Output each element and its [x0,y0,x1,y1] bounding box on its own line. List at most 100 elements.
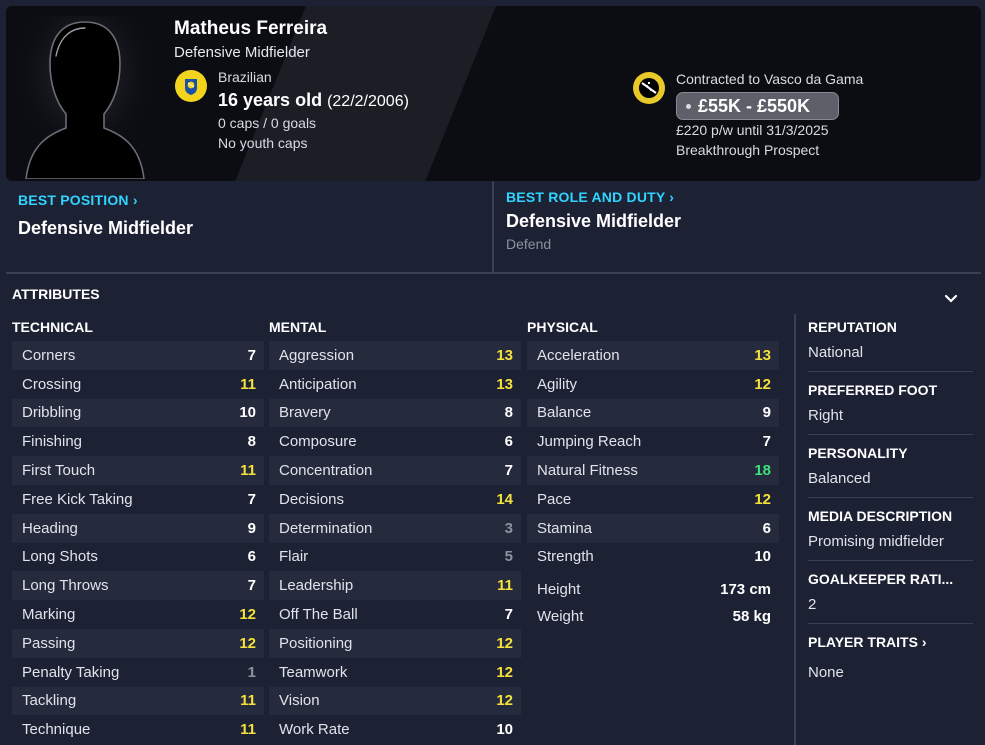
attribute-name: Jumping Reach [537,433,642,451]
attribute-name: Passing [22,634,76,652]
attribute-row[interactable]: Composure 6 [269,427,521,456]
attribute-value: 7 [762,433,771,451]
technical-attributes: Corners 7 Crossing 11 Dribbling 10 Finishing 8 F… [12,341,264,744]
divider [492,181,494,272]
attribute-row[interactable]: Anticipation 13 [269,370,521,399]
best-role-link[interactable]: BEST ROLE AND DUTY › [506,189,674,205]
attribute-row[interactable]: Balance 9 [527,398,779,428]
attribute-name: Decisions [279,490,345,508]
attribute-row[interactable]: Stamina 6 [527,513,779,543]
attribute-value: 6 [504,433,513,451]
attribute-row[interactable]: Penalty Taking 1 [12,658,264,687]
media-description-label: MEDIA DESCRIPTION [808,508,953,524]
attribute-row[interactable]: Long Throws 7 [12,571,264,601]
attribute-value: 12 [496,663,513,681]
attribute-name: Composure [279,433,357,451]
attribute-row[interactable]: Flair 5 [269,543,521,572]
attribute-row[interactable]: First Touch 11 [12,456,264,485]
value-badge: £55K - £550K [676,92,839,120]
preferred-foot-label: PREFERRED FOOT [808,382,938,398]
attribute-row[interactable]: Technique 11 [12,715,264,744]
chevron-down-icon[interactable] [944,294,958,304]
weight-row: Weight 58 kg [527,608,779,625]
attribute-row[interactable]: Off The Ball 7 [269,600,521,629]
age-text: 16 years old [218,90,323,110]
attribute-row[interactable]: Concentration 7 [269,456,521,485]
attribute-value: 9 [247,519,256,537]
attribute-row[interactable]: Dribbling 10 [12,398,264,428]
attribute-row[interactable]: Leadership 11 [269,571,521,601]
attribute-name: Agility [537,375,578,393]
attribute-row[interactable]: Jumping Reach 7 [527,427,779,456]
player-silhouette-icon [20,16,150,179]
attribute-name: Long Shots [22,548,98,566]
attribute-row[interactable]: Tackling 11 [12,686,264,716]
attribute-value: 12 [496,634,513,652]
attribute-row[interactable]: Determination 3 [269,513,521,543]
attribute-name: Determination [279,519,373,537]
attribute-name: Off The Ball [279,606,358,624]
value-text: £55K - £550K [698,95,811,116]
attribute-value: 6 [762,519,771,537]
attribute-value: 13 [496,346,513,364]
attribute-value: 12 [754,490,771,508]
attribute-row[interactable]: Acceleration 13 [527,341,779,370]
reputation-label: REPUTATION [808,319,897,335]
attribute-value: 12 [239,634,256,652]
attribute-value: 3 [504,519,513,537]
attribute-row[interactable]: Work Rate 10 [269,715,521,744]
player-header: Matheus Ferreira Defensive Midfielder Br… [6,6,981,181]
attribute-name: Natural Fitness [537,462,638,480]
attribute-value: 11 [240,692,256,710]
attribute-row[interactable]: Positioning 12 [269,628,521,658]
attribute-name: Stamina [537,519,593,537]
attribute-row[interactable]: Agility 12 [527,370,779,399]
attribute-row[interactable]: Strength 10 [527,543,779,572]
attribute-value: 10 [754,548,771,566]
attribute-name: Flair [279,548,309,566]
attribute-value: 5 [504,548,513,566]
attribute-value: 10 [239,404,256,422]
attribute-row[interactable]: Passing 12 [12,628,264,658]
height-row: Height 173 cm [527,581,779,598]
attribute-row[interactable]: Teamwork 12 [269,658,521,687]
attribute-row[interactable]: Heading 9 [12,513,264,543]
attribute-row[interactable]: Vision 12 [269,686,521,716]
attribute-value: 8 [247,433,256,451]
weight-label: Weight [537,608,584,625]
attribute-value: 13 [496,375,513,393]
contract-club[interactable]: Contracted to Vasco da Gama [676,71,863,87]
attribute-row[interactable]: Crossing 11 [12,370,264,399]
attribute-name: Dribbling [22,404,82,422]
attribute-row[interactable]: Aggression 13 [269,341,521,370]
attribute-value: 6 [247,548,256,566]
attribute-name: Positioning [279,634,353,652]
attribute-row[interactable]: Decisions 14 [269,485,521,514]
attribute-value: 10 [496,721,513,739]
attribute-row[interactable]: Natural Fitness 18 [527,456,779,485]
attribute-row[interactable]: Corners 7 [12,341,264,370]
best-role-duty: Defend [506,236,552,252]
player-traits-link[interactable]: PLAYER TRAITS › [808,634,927,650]
attribute-row[interactable]: Free Kick Taking 7 [12,485,264,514]
best-position-link[interactable]: BEST POSITION › [18,192,138,208]
attributes-title: ATTRIBUTES [12,286,100,302]
attribute-name: Bravery [279,404,331,422]
youth-caps: No youth caps [218,135,308,151]
club-crest-icon[interactable] [633,72,665,104]
attribute-row[interactable]: Bravery 8 [269,398,521,428]
best-role-value: Defensive Midfielder [506,211,682,231]
personality-value: Balanced [808,470,871,487]
attribute-name: Finishing [22,433,83,451]
attribute-value: 18 [754,462,771,480]
attribute-row[interactable]: Long Shots 6 [12,543,264,572]
attribute-row[interactable]: Marking 12 [12,600,264,629]
player-position: Defensive Midfielder [174,44,310,61]
media-description-value: Promising midfielder [808,533,944,550]
attribute-row[interactable]: Finishing 8 [12,427,264,456]
best-position-value: Defensive Midfielder [18,218,194,238]
physical-attributes: Acceleration 13 Agility 12 Balance 9 Jumping R… [527,341,779,571]
date-of-birth: (22/2/2006) [327,93,409,110]
divider [794,314,796,745]
attribute-row[interactable]: Pace 12 [527,485,779,514]
